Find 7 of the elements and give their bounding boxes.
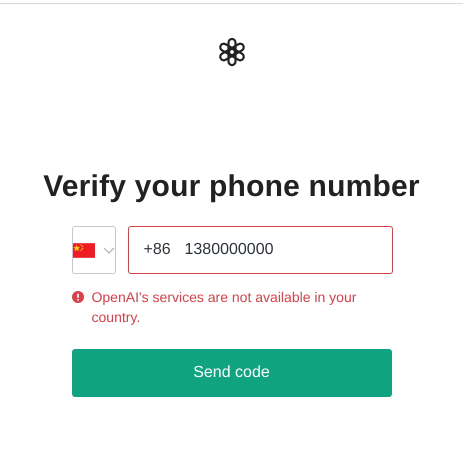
caret-icon [102, 246, 114, 254]
country-code: +86 [144, 240, 171, 260]
error-message: OpenAI's services are not available in your country. [92, 288, 358, 327]
flag-icon [72, 242, 94, 258]
country-select[interactable] [72, 226, 116, 274]
alert-icon [72, 291, 84, 303]
page-title: Verify your phone number [43, 170, 420, 204]
